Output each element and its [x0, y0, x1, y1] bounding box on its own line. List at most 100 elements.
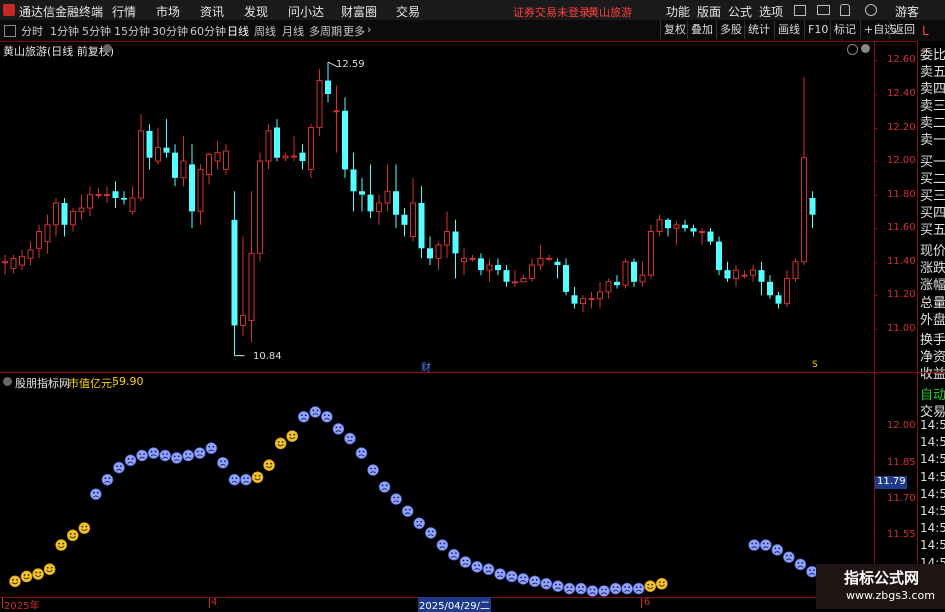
menu-gongneng[interactable]: 功能 — [666, 3, 690, 20]
candle[interactable] — [384, 164, 391, 212]
candle[interactable] — [444, 211, 450, 259]
candle[interactable] — [53, 197, 59, 237]
candle[interactable] — [724, 261, 731, 282]
candle[interactable] — [333, 85, 340, 153]
candle[interactable] — [231, 191, 238, 356]
candle[interactable] — [580, 295, 586, 313]
candle[interactable] — [656, 214, 663, 237]
candle[interactable] — [248, 191, 255, 343]
side-label[interactable]: 外盘 — [920, 309, 945, 328]
indicator-chart[interactable] — [0, 373, 874, 597]
candle[interactable] — [206, 152, 212, 185]
candle[interactable] — [104, 186, 110, 203]
period-week[interactable]: 周线 — [254, 23, 276, 39]
s-marker[interactable]: S — [812, 360, 818, 370]
candle[interactable] — [308, 124, 314, 178]
candle[interactable] — [129, 186, 136, 215]
menu-faxian[interactable]: 发现 — [244, 3, 268, 20]
candle[interactable] — [282, 152, 289, 162]
side-label[interactable]: 涨幅 — [920, 274, 945, 293]
candle[interactable] — [682, 219, 688, 232]
candle[interactable] — [78, 194, 85, 220]
menu-zixun[interactable]: 资讯 — [200, 3, 224, 20]
candle[interactable] — [461, 248, 467, 276]
candle[interactable] — [70, 208, 76, 232]
candle[interactable] — [427, 236, 433, 266]
candle[interactable] — [716, 236, 722, 276]
candle[interactable] — [758, 261, 765, 296]
candle[interactable] — [529, 258, 535, 282]
period-more[interactable]: 更多 — [343, 23, 365, 39]
candle[interactable] — [418, 186, 425, 259]
candle[interactable] — [180, 135, 187, 187]
candle[interactable] — [342, 97, 348, 178]
candle[interactable] — [699, 228, 705, 245]
candle[interactable] — [367, 164, 374, 219]
candle[interactable] — [512, 270, 518, 287]
candle[interactable] — [87, 186, 93, 217]
candle[interactable] — [155, 127, 161, 165]
drawline-button[interactable]: 画线 — [774, 21, 803, 39]
candle[interactable] — [452, 219, 459, 279]
candle[interactable] — [435, 241, 442, 271]
side-label[interactable]: 买五 — [920, 219, 945, 238]
candle[interactable] — [214, 140, 221, 170]
candle[interactable] — [639, 261, 646, 287]
candle[interactable] — [27, 241, 34, 266]
user-label[interactable]: 游客 — [895, 3, 919, 20]
candle[interactable] — [376, 194, 382, 225]
candle[interactable] — [299, 144, 306, 170]
candle[interactable] — [495, 258, 501, 276]
menu-xuanxiang[interactable]: 选项 — [759, 3, 783, 20]
candle[interactable] — [665, 218, 671, 237]
period-month[interactable]: 月线 — [282, 23, 304, 39]
candle[interactable] — [172, 144, 178, 187]
candle[interactable] — [554, 258, 561, 279]
period-multi[interactable]: 多周期 — [309, 23, 342, 39]
mail-icon[interactable] — [817, 5, 830, 15]
candle[interactable] — [614, 275, 620, 289]
candle[interactable] — [112, 181, 119, 209]
candle[interactable] — [750, 265, 756, 282]
candle[interactable] — [588, 291, 595, 309]
candle[interactable] — [257, 152, 263, 262]
candle[interactable] — [265, 124, 272, 170]
candle[interactable] — [146, 124, 153, 170]
candlestick-chart[interactable] — [0, 41, 874, 372]
candle[interactable] — [478, 253, 484, 276]
candle[interactable] — [61, 197, 68, 237]
menu-hangqing[interactable]: 行情 — [112, 3, 136, 20]
period-5min[interactable]: 5分钟 — [82, 23, 111, 39]
candle[interactable] — [19, 249, 25, 271]
candle[interactable] — [36, 224, 42, 259]
menu-gongshi[interactable]: 公式 — [728, 3, 752, 20]
menu-shichang[interactable]: 市场 — [156, 3, 180, 20]
candle[interactable] — [571, 286, 578, 309]
candle[interactable] — [546, 255, 552, 262]
chevron-right-icon[interactable]: › — [367, 23, 371, 36]
period-60min[interactable]: 60分钟 — [190, 23, 226, 39]
candle[interactable] — [631, 258, 637, 287]
menu-banmian[interactable]: 版面 — [697, 3, 721, 20]
candle[interactable] — [784, 270, 790, 307]
login-status[interactable]: 证券交易未登录 — [513, 4, 590, 20]
candle[interactable] — [690, 224, 697, 237]
candle[interactable] — [503, 265, 510, 287]
lock-icon[interactable] — [840, 4, 850, 16]
candle[interactable] — [350, 152, 357, 212]
candle[interactable] — [741, 270, 748, 279]
side-label[interactable]: 卖一 — [920, 129, 945, 148]
candle[interactable] — [520, 275, 527, 283]
candle[interactable] — [274, 119, 280, 162]
candle[interactable] — [767, 275, 773, 299]
candle[interactable] — [359, 177, 365, 212]
period-15min[interactable]: 15分钟 — [114, 23, 150, 39]
candle[interactable] — [401, 208, 408, 237]
candle[interactable] — [622, 258, 629, 289]
menu-jiaoyi[interactable]: 交易 — [396, 3, 420, 20]
candle[interactable] — [223, 144, 229, 175]
f10-button[interactable]: F10 — [804, 21, 831, 39]
candle[interactable] — [189, 144, 195, 229]
candle[interactable] — [316, 68, 323, 136]
back-button[interactable]: 返回 — [889, 21, 918, 39]
